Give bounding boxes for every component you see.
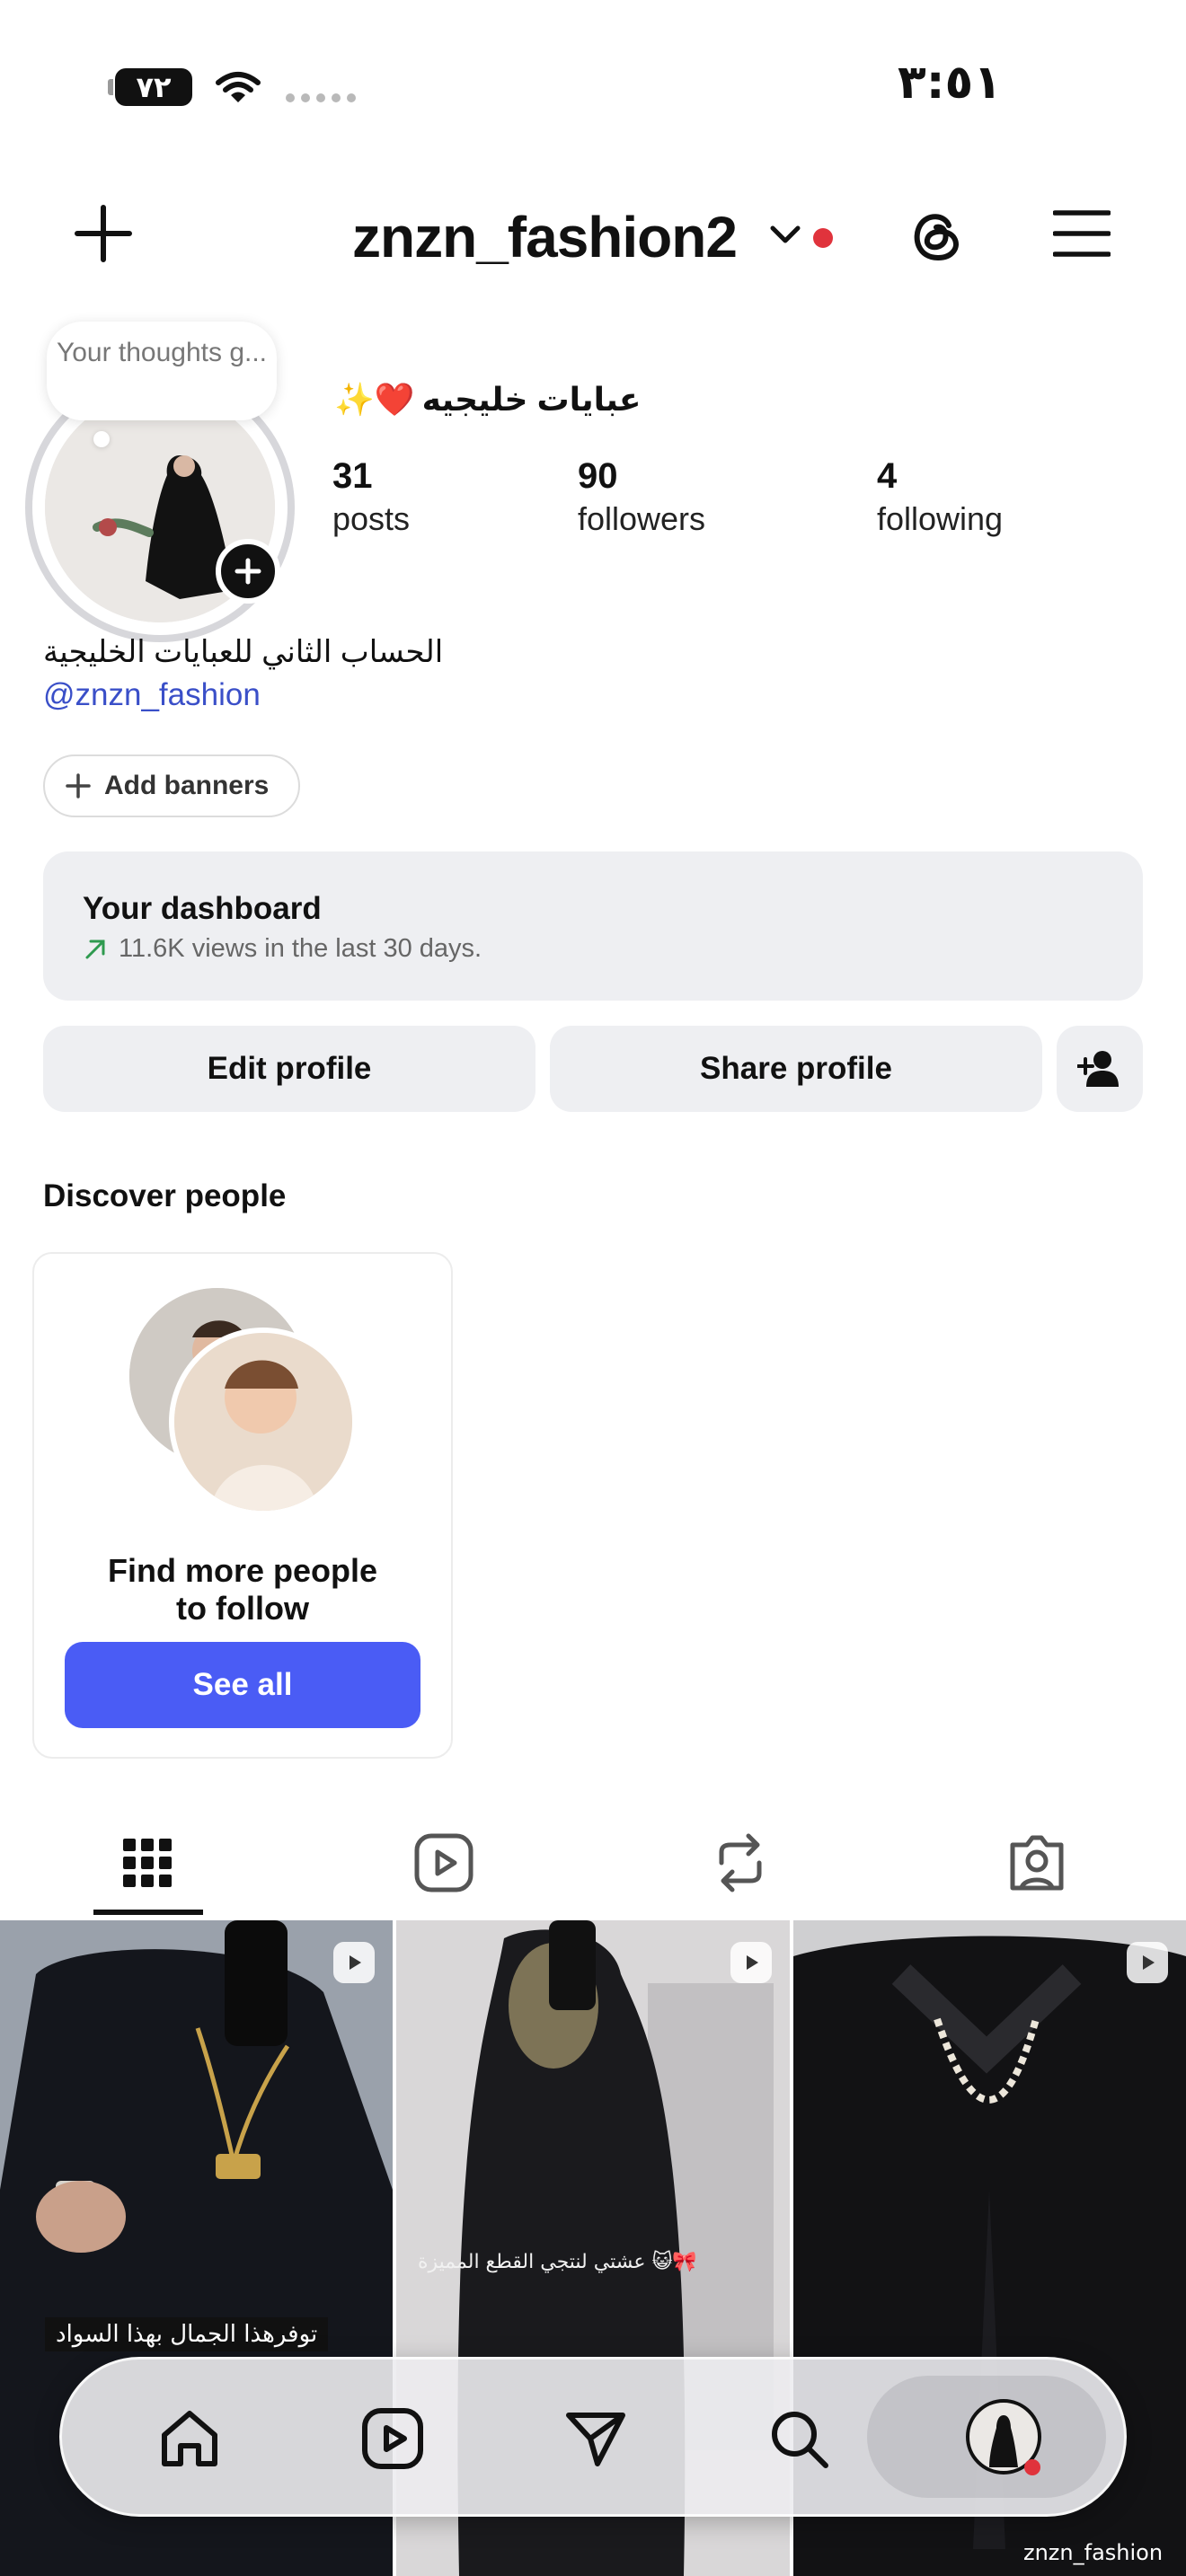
nav-search[interactable]	[765, 2404, 833, 2473]
nav-reels[interactable]	[358, 2404, 427, 2473]
reel-badge-icon	[730, 1942, 772, 1983]
dashboard-card[interactable]: Your dashboard 11.6K views in the last 3…	[43, 851, 1143, 1001]
battery-level: ٧٢	[136, 70, 172, 104]
suggested-avatar	[169, 1328, 358, 1516]
display-name: ✨❤️ عبايات خليجيه	[334, 381, 641, 419]
followers-count: 90	[578, 456, 618, 496]
threads-icon[interactable]	[907, 206, 965, 265]
profile-avatar	[966, 2399, 1041, 2475]
add-banners-button[interactable]: Add banners	[43, 754, 300, 817]
reposts-icon	[719, 1833, 762, 1892]
tab-reposts[interactable]	[704, 1827, 776, 1899]
followers-stat[interactable]: 90 followers	[578, 456, 705, 538]
search-icon	[772, 2412, 828, 2468]
nav-profile[interactable]	[962, 2395, 1049, 2482]
see-all-button[interactable]: See all	[65, 1642, 420, 1728]
mention-link[interactable]: @znzn_fashion	[43, 677, 261, 713]
nav-home[interactable]	[155, 2404, 224, 2473]
tab-grid[interactable]	[111, 1827, 183, 1899]
post-caption: توفرهذا الجمال بهذا السواد	[45, 2317, 329, 2351]
plus-icon[interactable]	[74, 204, 133, 263]
trend-up-icon	[85, 940, 105, 958]
reels-icon	[362, 2408, 423, 2469]
grid-icon	[123, 1839, 172, 1887]
chevron-down-icon[interactable]	[769, 223, 801, 246]
content-tabs	[0, 1814, 1186, 1919]
username-switcher[interactable]: znzn_fashion2	[352, 204, 738, 270]
posts-stat[interactable]: 31 posts	[332, 456, 410, 538]
following-count: 4	[877, 456, 898, 496]
note-bubble[interactable]: Your thoughts g...	[47, 322, 277, 420]
tab-reels[interactable]	[408, 1827, 480, 1899]
posts-count: 31	[332, 456, 373, 496]
battery-icon: ٧٢	[108, 68, 192, 106]
display-name-text: عبايات خليجيه	[421, 381, 642, 418]
profile-header: znzn_fashion2	[0, 184, 1186, 283]
post-watermark: znzn_fashion	[1023, 2540, 1164, 2565]
reel-badge-icon	[333, 1942, 375, 1983]
followers-label: followers	[578, 500, 706, 537]
notification-dot	[813, 228, 833, 248]
menu-icon[interactable]	[1053, 209, 1111, 258]
status-bar: ٧٢ ٣:٥١	[0, 0, 1186, 171]
following-label: following	[877, 500, 1004, 537]
share-profile-button[interactable]: Share profile	[550, 1026, 1042, 1112]
following-stat[interactable]: 4 following	[877, 456, 1003, 538]
bottom-nav	[59, 2357, 1127, 2517]
dashboard-views: 11.6K views in the last 30 days.	[119, 934, 482, 963]
status-time: ٣:٥١	[897, 56, 1002, 110]
edit-profile-button[interactable]: Edit profile	[43, 1026, 535, 1112]
posts-label: posts	[332, 500, 411, 537]
discover-people-button[interactable]	[1057, 1026, 1143, 1112]
messages-icon	[566, 2413, 625, 2466]
plus-icon	[66, 773, 91, 798]
reels-icon	[414, 1833, 474, 1892]
discover-card-text: Find more people to follow	[107, 1552, 378, 1627]
dashboard-title: Your dashboard	[83, 891, 322, 926]
cellular-icon	[286, 93, 356, 102]
tab-tagged[interactable]	[1001, 1827, 1073, 1899]
add-story-button[interactable]	[216, 539, 280, 604]
wifi-icon	[216, 72, 261, 102]
post-caption: 🎀😺 عشتي لنتجي القطع المميزة	[418, 2251, 697, 2273]
reel-badge-icon	[1127, 1942, 1168, 1983]
home-icon	[162, 2411, 217, 2466]
note-bubble-tail	[93, 431, 110, 447]
tagged-icon	[1010, 1835, 1064, 1891]
add-person-icon	[1077, 1051, 1119, 1087]
active-tab-indicator	[93, 1910, 203, 1915]
add-banners-label: Add banners	[104, 771, 270, 800]
bio-text: الحساب الثاني للعبايات الخليجية	[43, 635, 444, 669]
nav-messages[interactable]	[562, 2404, 630, 2473]
discover-heading: Discover people	[43, 1178, 287, 1213]
dashboard-subtitle: 11.6K views in the last 30 days.	[83, 934, 1143, 964]
name-emoji: ✨❤️	[334, 381, 415, 418]
